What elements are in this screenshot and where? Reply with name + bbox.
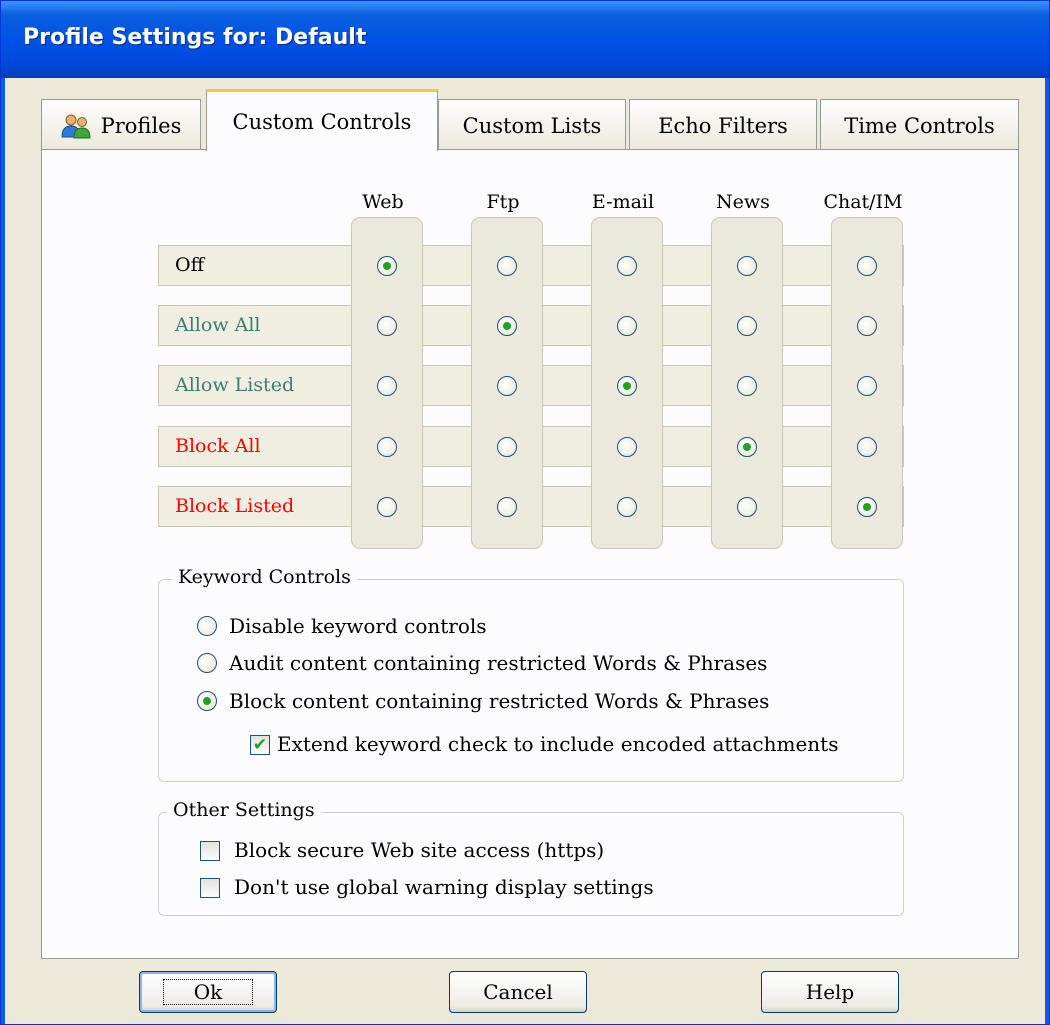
- column-header-web: Web: [362, 191, 404, 213]
- title-bar[interactable]: Profile Settings for: Default: [1, 1, 1049, 78]
- radio-e-mail-block-listed[interactable]: [617, 497, 637, 517]
- other-settings-group: [158, 812, 904, 916]
- radio-chat-im-allow-all[interactable]: [857, 316, 877, 336]
- radio-e-mail-allow-all[interactable]: [617, 316, 637, 336]
- other-settings-title: Other Settings: [167, 799, 321, 821]
- keyword-controls-title: Keyword Controls: [172, 566, 357, 588]
- radio-ftp-block-listed[interactable]: [497, 497, 517, 517]
- window-border-right: [1045, 78, 1049, 1024]
- profile-settings-dialog: Profile Settings for: Default Profiles C…: [0, 0, 1050, 1025]
- radio-chat-im-block-listed[interactable]: [857, 497, 877, 517]
- dont-use-global-warning-label: Don't use global warning display setting…: [234, 875, 654, 899]
- cancel-button-label: Cancel: [483, 980, 553, 1004]
- radio-ftp-allow-listed[interactable]: [497, 376, 517, 396]
- tab-profiles-label: Profiles: [100, 113, 182, 138]
- radio-e-mail-allow-listed[interactable]: [617, 376, 637, 396]
- radio-web-allow-listed[interactable]: [377, 376, 397, 396]
- radio-web-off[interactable]: [377, 256, 397, 276]
- radio-web-block-all[interactable]: [377, 437, 397, 457]
- checkbox-block-secure-web[interactable]: [200, 841, 220, 861]
- option-block-content-label: Block content containing restricted Word…: [229, 689, 770, 713]
- ok-button[interactable]: Ok: [139, 971, 277, 1013]
- radio-news-allow-all[interactable]: [737, 316, 757, 336]
- row-label-block-listed: Block Listed: [175, 495, 295, 517]
- radio-disable-keyword-controls[interactable]: [197, 616, 217, 636]
- check-mark-icon: ✔: [252, 734, 268, 755]
- tab-echo-filters[interactable]: Echo Filters: [629, 99, 817, 151]
- radio-e-mail-off[interactable]: [617, 256, 637, 276]
- ok-button-label: Ok: [162, 979, 254, 1005]
- radio-block-content[interactable]: [197, 691, 217, 711]
- window-title: Profile Settings for: Default: [23, 25, 367, 50]
- help-button[interactable]: Help: [761, 971, 899, 1013]
- tab-echo-filters-label: Echo Filters: [658, 113, 788, 138]
- radio-news-block-listed[interactable]: [737, 497, 757, 517]
- radio-chat-im-allow-listed[interactable]: [857, 376, 877, 396]
- row-label-allow-all: Allow All: [175, 314, 261, 336]
- column-header-chat-im: Chat/IM: [823, 191, 903, 213]
- tab-time-controls-label: Time Controls: [844, 113, 995, 138]
- radio-ftp-block-all[interactable]: [497, 437, 517, 457]
- radio-ftp-off[interactable]: [497, 256, 517, 276]
- row-label-block-all: Block All: [175, 435, 261, 457]
- radio-web-allow-all[interactable]: [377, 316, 397, 336]
- checkbox-extend-keyword-check[interactable]: ✔: [250, 735, 270, 755]
- cancel-button[interactable]: Cancel: [449, 971, 587, 1013]
- window-border-left: [1, 78, 5, 1024]
- tab-profiles[interactable]: Profiles: [41, 99, 201, 151]
- radio-chat-im-off[interactable]: [857, 256, 877, 276]
- row-label-allow-listed: Allow Listed: [175, 374, 295, 396]
- users-icon: [61, 113, 91, 139]
- column-header-email: E-mail: [591, 191, 655, 213]
- checkbox-dont-use-global-warning[interactable]: [200, 878, 220, 898]
- tab-custom-lists[interactable]: Custom Lists: [438, 99, 626, 151]
- tab-custom-controls-label: Custom Controls: [232, 109, 412, 134]
- radio-e-mail-block-all[interactable]: [617, 437, 637, 457]
- option-audit-content-label: Audit content containing restricted Word…: [229, 651, 768, 675]
- column-header-news: News: [716, 191, 770, 213]
- option-disable-keyword-label: Disable keyword controls: [229, 614, 487, 638]
- radio-news-block-all[interactable]: [737, 437, 757, 457]
- extend-keyword-check-label: Extend keyword check to include encoded …: [277, 732, 839, 756]
- radio-web-block-listed[interactable]: [377, 497, 397, 517]
- help-button-label: Help: [805, 980, 855, 1004]
- tab-time-controls[interactable]: Time Controls: [820, 99, 1019, 151]
- radio-news-off[interactable]: [737, 256, 757, 276]
- radio-news-allow-listed[interactable]: [737, 376, 757, 396]
- tab-custom-controls[interactable]: Custom Controls: [206, 89, 438, 151]
- column-header-ftp: Ftp: [486, 191, 520, 213]
- block-secure-web-label: Block secure Web site access (https): [234, 838, 605, 862]
- radio-audit-content[interactable]: [197, 653, 217, 673]
- radio-chat-im-block-all[interactable]: [857, 437, 877, 457]
- tab-custom-lists-label: Custom Lists: [462, 113, 602, 138]
- radio-ftp-allow-all[interactable]: [497, 316, 517, 336]
- row-label-off: Off: [175, 254, 205, 276]
